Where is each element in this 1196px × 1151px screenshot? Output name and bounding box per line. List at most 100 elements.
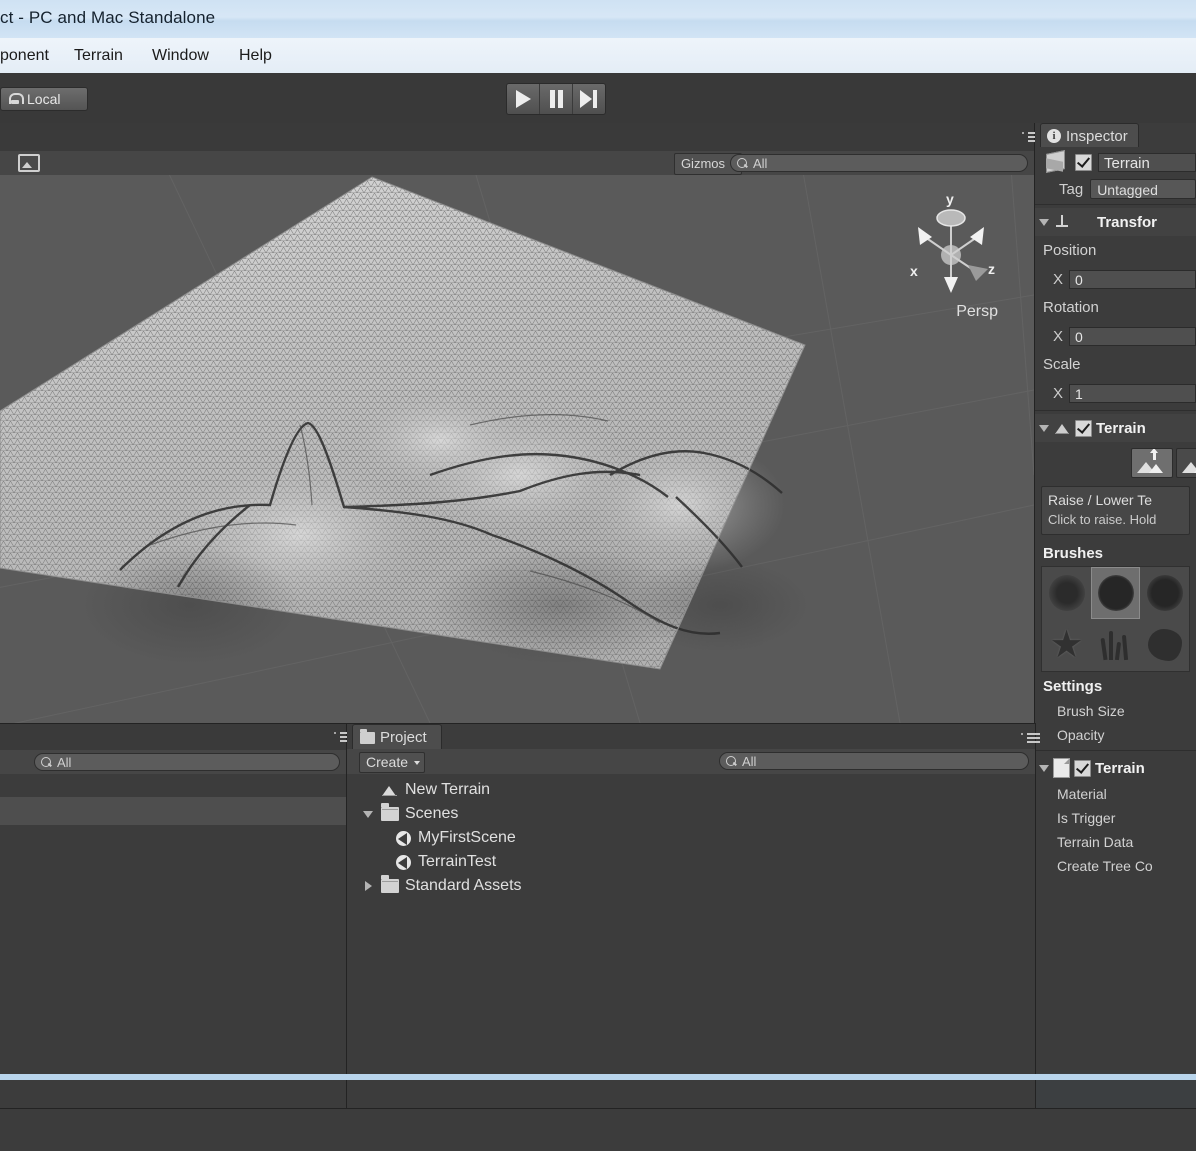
is-trigger-label: Is Trigger <box>1057 810 1116 826</box>
asset-label: Standard Assets <box>405 877 522 894</box>
brush-hard-round[interactable] <box>1091 567 1140 619</box>
position-row: Position <box>1035 236 1196 265</box>
brush-size-row[interactable]: Brush Size <box>1035 699 1196 723</box>
project-tab-label: Project <box>380 729 427 746</box>
pivot-rotation-icon <box>7 92 24 106</box>
gizmo-y-label: y <box>946 191 954 207</box>
create-tree-colliders-row[interactable]: Create Tree Co <box>1035 854 1196 878</box>
pause-icon <box>549 90 564 108</box>
material-row[interactable]: Material <box>1035 782 1196 806</box>
chevron-down-icon[interactable] <box>1039 424 1049 432</box>
image-effects-icon[interactable] <box>18 154 40 172</box>
tag-dropdown[interactable]: Untagged <box>1090 179 1196 199</box>
raise-lower-terrain-tool[interactable] <box>1131 448 1173 478</box>
terrain-collider-title: Terrain <box>1095 759 1145 777</box>
hierarchy-panel: All <box>0 723 353 1109</box>
scene-view-panel: Gizmos All x y z Persp <box>0 123 1041 723</box>
create-label: Create <box>366 754 409 770</box>
menu-help[interactable]: Help <box>239 47 272 65</box>
scale-row: Scale <box>1035 350 1196 379</box>
brush-grid: ★ <box>1041 566 1190 672</box>
gizmo-z-label: z <box>988 261 995 277</box>
rotation-row: Rotation <box>1035 293 1196 322</box>
asset-row-standard-assets[interactable]: Standard Assets <box>347 874 1035 898</box>
project-asset-tree[interactable]: New Terrain Scenes MyFirstScene TerrainT… <box>347 774 1035 1109</box>
step-icon <box>580 90 598 108</box>
brush-soft-round[interactable] <box>1042 567 1091 619</box>
hierarchy-selected-row[interactable] <box>0 797 346 825</box>
search-icon <box>41 757 51 767</box>
hierarchy-list[interactable] <box>0 774 346 1109</box>
gizmo-x-label: x <box>910 263 918 279</box>
hierarchy-search-input[interactable]: All <box>34 753 340 771</box>
expander-open[interactable] <box>361 810 375 818</box>
terrain-enabled-checkbox[interactable] <box>1075 419 1092 437</box>
terrain-asset-icon <box>381 782 399 798</box>
scene-icon <box>395 854 412 871</box>
terrain-data-row[interactable]: Terrain Data <box>1035 830 1196 854</box>
scene-axis-gizmo[interactable]: x y z <box>896 185 1006 315</box>
menu-window[interactable]: Window <box>152 47 209 65</box>
scene-tab-row <box>0 123 1041 151</box>
window-bottom-border <box>0 1074 1196 1080</box>
pivot-rotation-toggle[interactable]: Local <box>0 87 88 111</box>
terrain-tool-help: Raise / Lower Te Click to raise. Hold <box>1041 486 1190 535</box>
chevron-down-icon[interactable] <box>1039 218 1049 226</box>
brush-medium-round[interactable] <box>1140 567 1189 619</box>
play-icon <box>515 90 531 108</box>
object-name-field[interactable]: Terrain <box>1098 152 1196 172</box>
brush-grass[interactable] <box>1091 619 1140 671</box>
component-header-terrain[interactable]: Terrain <box>1035 414 1196 442</box>
tab-inspector[interactable]: i Inspector <box>1040 123 1139 148</box>
menu-terrain[interactable]: Terrain <box>74 47 123 65</box>
position-x-row: X 0 <box>1035 265 1196 293</box>
opacity-row[interactable]: Opacity <box>1035 723 1196 747</box>
expander-closed[interactable] <box>361 881 375 891</box>
asset-row-new-terrain[interactable]: New Terrain <box>347 778 1035 802</box>
brush-splatter[interactable] <box>1140 619 1189 671</box>
position-label: Position <box>1043 242 1097 259</box>
paint-height-tool[interactable] <box>1176 448 1196 478</box>
divider <box>1035 410 1196 411</box>
gizmos-label: Gizmos <box>680 156 725 171</box>
scene-projection-label[interactable]: Persp <box>956 303 998 321</box>
asset-row-scenes[interactable]: Scenes <box>347 802 1035 826</box>
chevron-down-icon[interactable] <box>1039 764 1049 772</box>
play-button[interactable] <box>507 84 540 114</box>
menu-component[interactable]: ponent <box>0 47 49 65</box>
position-x-input[interactable]: 0 <box>1069 269 1196 289</box>
inspector-body: Terrain Tag Untagged Transfor Position X… <box>1035 147 1196 1073</box>
scene-search-input[interactable]: All <box>730 154 1028 172</box>
divider <box>1035 204 1196 205</box>
inspector-object-header: Terrain <box>1035 147 1196 177</box>
editor-toolbar: Local <box>0 73 1196 124</box>
info-icon: i <box>1047 129 1061 143</box>
brush-star[interactable]: ★ <box>1042 619 1091 671</box>
pause-button[interactable] <box>540 84 573 114</box>
step-button[interactable] <box>573 84 605 114</box>
asset-row-myfirstscene[interactable]: MyFirstScene <box>347 826 1035 850</box>
scale-x-input[interactable]: 1 <box>1069 383 1196 403</box>
asset-row-terraintest[interactable]: TerrainTest <box>347 850 1035 874</box>
project-search-input[interactable]: All <box>719 752 1029 770</box>
scene-view-toolbar: Gizmos All <box>0 151 1034 189</box>
opacity-label: Opacity <box>1057 727 1105 743</box>
status-bar <box>0 1108 1196 1151</box>
search-icon <box>726 756 736 766</box>
create-button[interactable]: Create <box>359 752 426 773</box>
scene-viewport[interactable]: x y z Persp <box>0 175 1034 723</box>
tag-row: Tag Untagged <box>1035 177 1196 201</box>
tab-project[interactable]: Project <box>352 724 442 750</box>
component-header-terrain-collider[interactable]: Terrain <box>1035 754 1196 782</box>
scale-x-row: X 1 <box>1035 379 1196 407</box>
is-trigger-row[interactable]: Is Trigger <box>1035 806 1196 830</box>
terrain-icon <box>1053 419 1071 437</box>
asset-label: New Terrain <box>405 781 491 798</box>
asset-label: Scenes <box>405 805 459 822</box>
object-enabled-checkbox[interactable] <box>1075 153 1092 171</box>
component-header-transform[interactable]: Transfor <box>1035 208 1196 236</box>
collider-enabled-checkbox[interactable] <box>1074 759 1091 777</box>
unity-editor: Local Gizmos All x y z Persp i Inspector… <box>0 73 1196 1151</box>
rotation-x-input[interactable]: 0 <box>1069 326 1196 346</box>
collider-icon <box>1053 758 1070 778</box>
